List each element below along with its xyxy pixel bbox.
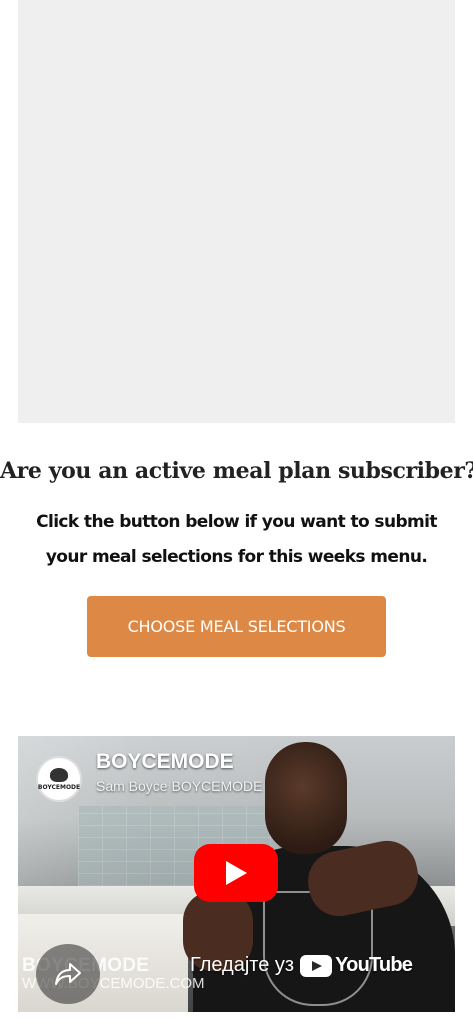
youtube-wordmark: YouTube [335,954,413,976]
play-icon [226,861,247,885]
channel-logo-text: BOYCEMODE [37,783,81,791]
image-placeholder [18,0,455,423]
channel-avatar[interactable]: BOYCEMODE [36,756,82,802]
youtube-video-embed[interactable]: BOYCEMODE BOYCEMODE Sam Boyce BOYCEMODE … [18,736,455,1012]
instruction-text: Click the button below if you want to su… [36,512,437,567]
video-title[interactable]: BOYCEMODE [96,750,234,774]
share-icon [55,963,81,985]
page: Are you an active meal plan subscriber? … [0,0,473,1024]
presenter-head [265,742,347,854]
choose-meal-selections-button[interactable]: CHOOSE MEAL SELECTIONS [87,596,386,657]
watch-on-label: Гледајте уз [190,954,295,976]
watch-on-youtube-link[interactable]: Гледајте уз YouTube [190,954,413,977]
play-button[interactable] [194,844,278,902]
page-headline: Are you an active meal plan subscriber? [0,458,473,484]
youtube-icon [300,954,333,977]
lion-icon [50,767,68,782]
youtube-logo: YouTube [300,954,413,977]
video-channel-name[interactable]: Sam Boyce BOYCEMODE [96,778,263,794]
share-button[interactable] [36,944,100,1004]
